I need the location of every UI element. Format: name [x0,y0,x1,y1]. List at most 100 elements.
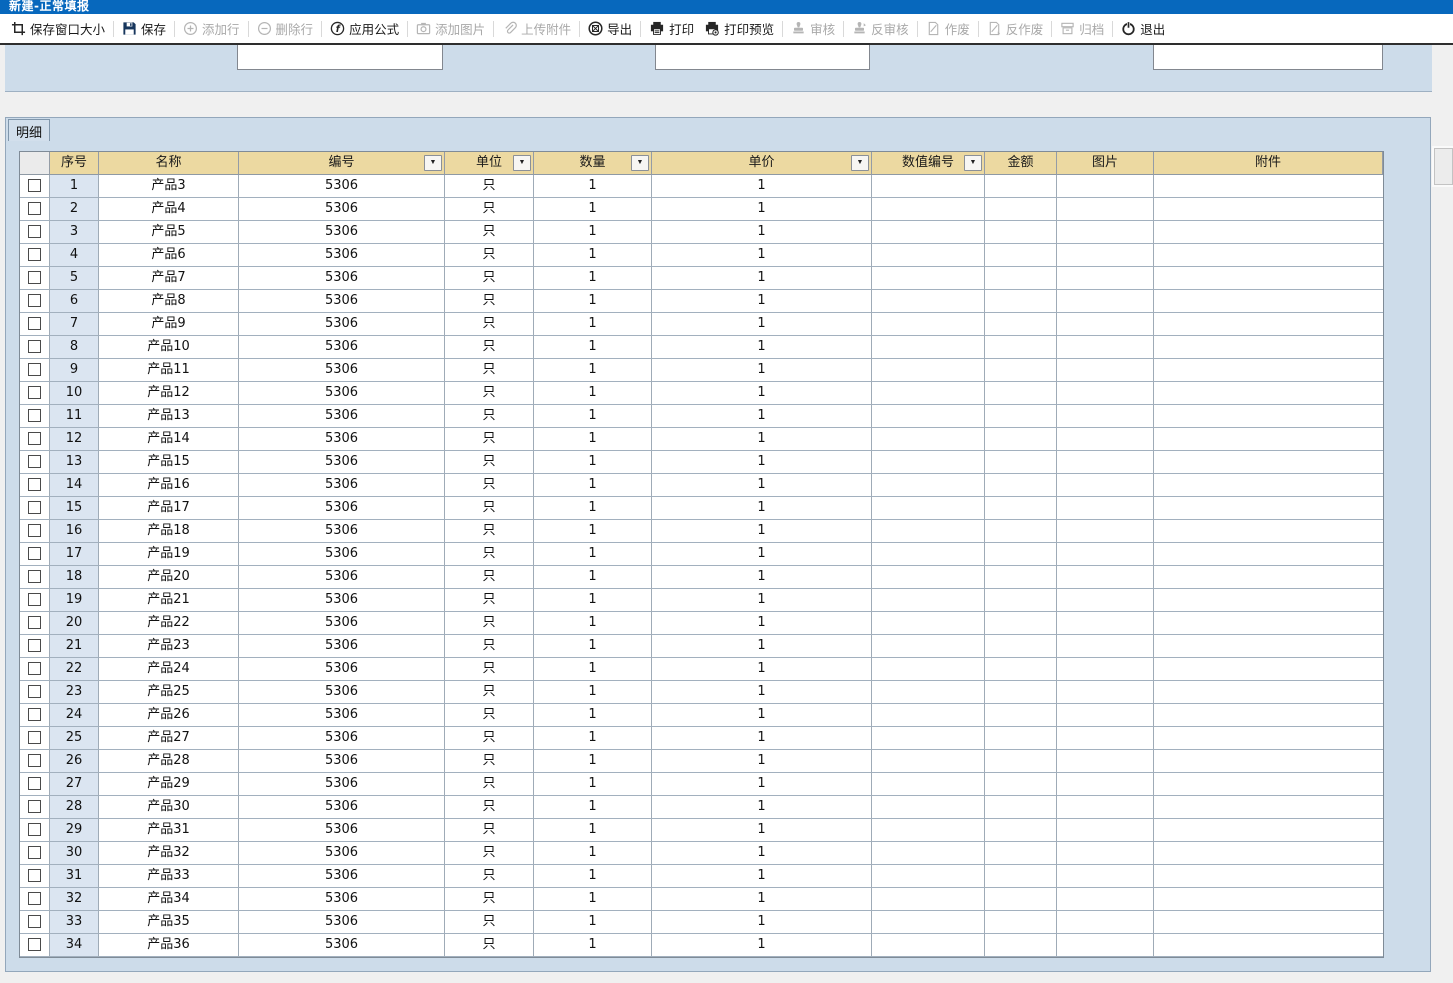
cell-price[interactable]: 1 [652,497,872,520]
cell-num-code[interactable] [872,635,985,658]
cell-code[interactable]: 5306 [239,635,445,658]
cell-unit[interactable]: 只 [445,681,534,704]
cell-code[interactable]: 5306 [239,911,445,934]
cell-price[interactable]: 1 [652,359,872,382]
apply-formula-button[interactable]: f 应用公式 [325,19,404,38]
row-checkbox[interactable] [28,708,41,721]
cell-amount[interactable] [985,796,1057,819]
cell-num-code[interactable] [872,566,985,589]
upload-attachment-button[interactable]: 上传附件 [497,19,576,38]
cell-image[interactable] [1057,382,1154,405]
cell-num-code[interactable] [872,773,985,796]
cell-image[interactable] [1057,773,1154,796]
row-checkbox[interactable] [28,409,41,422]
cell-qty[interactable]: 1 [534,704,652,727]
cell-image[interactable] [1057,658,1154,681]
cell-amount[interactable] [985,382,1057,405]
cell-name[interactable]: 产品5 [99,221,239,244]
cell-name[interactable]: 产品16 [99,474,239,497]
cell-name[interactable]: 产品3 [99,175,239,198]
cell-code[interactable]: 5306 [239,888,445,911]
row-checkbox[interactable] [28,892,41,905]
cell-code[interactable]: 5306 [239,405,445,428]
cell-num-code[interactable] [872,934,985,957]
cell-attachment[interactable] [1154,658,1383,681]
cell-amount[interactable] [985,497,1057,520]
cell-num-code[interactable] [872,543,985,566]
cell-amount[interactable] [985,865,1057,888]
code-filter-dropdown[interactable]: ▼ [424,155,442,171]
row-checkbox[interactable] [28,823,41,836]
cell-amount[interactable] [985,428,1057,451]
cell-qty[interactable]: 1 [534,727,652,750]
cell-name[interactable]: 产品6 [99,244,239,267]
cell-unit[interactable]: 只 [445,566,534,589]
cell-name[interactable]: 产品28 [99,750,239,773]
unaudit-button[interactable]: 反审核 [847,19,914,38]
cell-num-code[interactable] [872,911,985,934]
cell-image[interactable] [1057,405,1154,428]
row-checkbox[interactable] [28,317,41,330]
cell-num-code[interactable] [872,704,985,727]
cell-attachment[interactable] [1154,934,1383,957]
row-checkbox[interactable] [28,915,41,928]
cell-image[interactable] [1057,497,1154,520]
cell-code[interactable]: 5306 [239,290,445,313]
cell-attachment[interactable] [1154,290,1383,313]
cell-num-code[interactable] [872,796,985,819]
cell-num-code[interactable] [872,727,985,750]
row-checkbox[interactable] [28,478,41,491]
cell-image[interactable] [1057,796,1154,819]
cell-amount[interactable] [985,681,1057,704]
cell-amount[interactable] [985,451,1057,474]
cell-num-code[interactable] [872,336,985,359]
cell-image[interactable] [1057,290,1154,313]
cell-qty[interactable]: 1 [534,819,652,842]
cell-num-code[interactable] [872,267,985,290]
cell-unit[interactable]: 只 [445,290,534,313]
cell-unit[interactable]: 只 [445,704,534,727]
cell-attachment[interactable] [1154,842,1383,865]
cell-code[interactable]: 5306 [239,359,445,382]
cell-code[interactable]: 5306 [239,589,445,612]
cell-price[interactable]: 1 [652,566,872,589]
cell-amount[interactable] [985,589,1057,612]
cell-attachment[interactable] [1154,635,1383,658]
cell-attachment[interactable] [1154,474,1383,497]
cell-num-code[interactable] [872,888,985,911]
row-checkbox[interactable] [28,501,41,514]
row-checkbox[interactable] [28,202,41,215]
cell-qty[interactable]: 1 [534,865,652,888]
cell-num-code[interactable] [872,497,985,520]
cell-name[interactable]: 产品13 [99,405,239,428]
row-checkbox[interactable] [28,386,41,399]
cell-unit[interactable]: 只 [445,474,534,497]
cell-attachment[interactable] [1154,267,1383,290]
cell-name[interactable]: 产品34 [99,888,239,911]
cell-price[interactable]: 1 [652,635,872,658]
cell-num-code[interactable] [872,658,985,681]
row-checkbox[interactable] [28,524,41,537]
cell-code[interactable]: 5306 [239,313,445,336]
cell-name[interactable]: 产品7 [99,267,239,290]
cell-image[interactable] [1057,336,1154,359]
cell-attachment[interactable] [1154,566,1383,589]
cell-amount[interactable] [985,773,1057,796]
cell-amount[interactable] [985,888,1057,911]
cell-price[interactable]: 1 [652,750,872,773]
cell-name[interactable]: 产品4 [99,198,239,221]
cell-unit[interactable]: 只 [445,635,534,658]
cell-price[interactable]: 1 [652,589,872,612]
cell-code[interactable]: 5306 [239,336,445,359]
form-field-2[interactable] [655,45,870,70]
cell-image[interactable] [1057,198,1154,221]
cell-qty[interactable]: 1 [534,267,652,290]
cell-num-code[interactable] [872,198,985,221]
cell-image[interactable] [1057,888,1154,911]
row-checkbox[interactable] [28,938,41,951]
cell-qty[interactable]: 1 [534,796,652,819]
cell-qty[interactable]: 1 [534,382,652,405]
cell-image[interactable] [1057,520,1154,543]
cell-code[interactable]: 5306 [239,267,445,290]
cell-unit[interactable]: 只 [445,773,534,796]
